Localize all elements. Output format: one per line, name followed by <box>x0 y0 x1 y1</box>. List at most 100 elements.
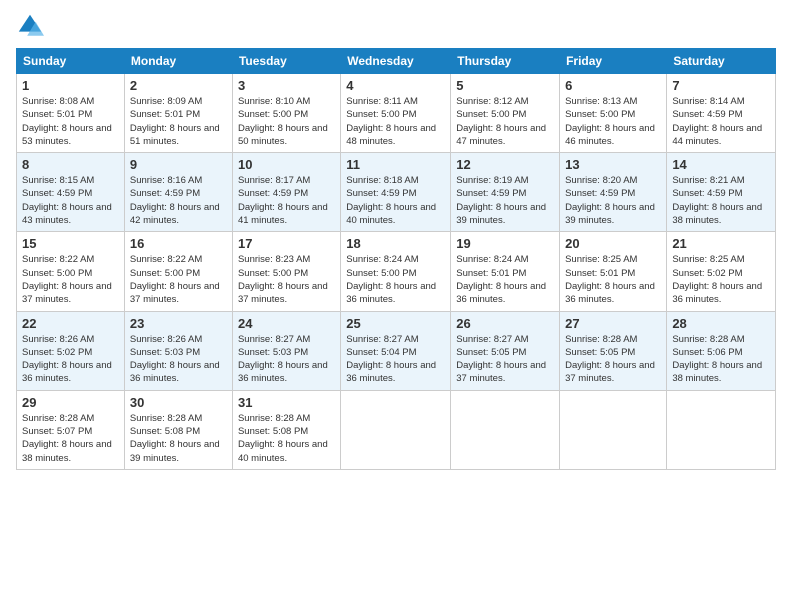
day-number: 9 <box>130 157 227 172</box>
day-number: 21 <box>672 236 770 251</box>
cell-content: Sunrise: 8:16 AMSunset: 4:59 PMDaylight:… <box>130 175 220 226</box>
calendar-cell <box>451 390 560 469</box>
week-row-1: 1 Sunrise: 8:08 AMSunset: 5:01 PMDaylight… <box>17 74 776 153</box>
cell-content: Sunrise: 8:23 AMSunset: 5:00 PMDaylight:… <box>238 254 328 305</box>
day-number: 1 <box>22 78 119 93</box>
cell-content: Sunrise: 8:25 AMSunset: 5:01 PMDaylight:… <box>565 254 655 305</box>
day-number: 30 <box>130 395 227 410</box>
calendar-cell <box>667 390 776 469</box>
day-number: 20 <box>565 236 661 251</box>
cell-content: Sunrise: 8:14 AMSunset: 4:59 PMDaylight:… <box>672 96 762 147</box>
weekday-header-sunday: Sunday <box>17 49 125 74</box>
day-number: 18 <box>346 236 445 251</box>
day-number: 4 <box>346 78 445 93</box>
day-number: 2 <box>130 78 227 93</box>
day-number: 22 <box>22 316 119 331</box>
cell-content: Sunrise: 8:12 AMSunset: 5:00 PMDaylight:… <box>456 96 546 147</box>
calendar-cell: 15 Sunrise: 8:22 AMSunset: 5:00 PMDayligh… <box>17 232 125 311</box>
cell-content: Sunrise: 8:25 AMSunset: 5:02 PMDaylight:… <box>672 254 762 305</box>
calendar-cell: 7 Sunrise: 8:14 AMSunset: 4:59 PMDaylight… <box>667 74 776 153</box>
calendar-cell: 22 Sunrise: 8:26 AMSunset: 5:02 PMDayligh… <box>17 311 125 390</box>
weekday-header-row: SundayMondayTuesdayWednesdayThursdayFrid… <box>17 49 776 74</box>
calendar-cell: 21 Sunrise: 8:25 AMSunset: 5:02 PMDayligh… <box>667 232 776 311</box>
calendar-cell: 5 Sunrise: 8:12 AMSunset: 5:00 PMDaylight… <box>451 74 560 153</box>
calendar-cell: 3Sunrise: 8:10 AMSunset: 5:00 PMDaylight… <box>232 74 340 153</box>
day-number: 27 <box>565 316 661 331</box>
page: SundayMondayTuesdayWednesdayThursdayFrid… <box>0 0 792 612</box>
day-number: 25 <box>346 316 445 331</box>
calendar-cell: 6Sunrise: 8:13 AMSunset: 5:00 PMDaylight… <box>560 74 667 153</box>
calendar-cell: 2 Sunrise: 8:09 AMSunset: 5:01 PMDaylight… <box>124 74 232 153</box>
calendar-cell: 11Sunrise: 8:18 AMSunset: 4:59 PMDayligh… <box>341 153 451 232</box>
calendar-cell: 1 Sunrise: 8:08 AMSunset: 5:01 PMDaylight… <box>17 74 125 153</box>
cell-content: Sunrise: 8:26 AMSunset: 5:02 PMDaylight:… <box>22 334 112 385</box>
week-row-2: 8Sunrise: 8:15 AMSunset: 4:59 PMDaylight… <box>17 153 776 232</box>
calendar-cell: 17Sunrise: 8:23 AMSunset: 5:00 PMDayligh… <box>232 232 340 311</box>
day-number: 13 <box>565 157 661 172</box>
calendar-cell: 25 Sunrise: 8:27 AMSunset: 5:04 PMDayligh… <box>341 311 451 390</box>
cell-content: Sunrise: 8:17 AMSunset: 4:59 PMDaylight:… <box>238 175 328 226</box>
day-number: 15 <box>22 236 119 251</box>
calendar-cell: 23 Sunrise: 8:26 AMSunset: 5:03 PMDayligh… <box>124 311 232 390</box>
cell-content: Sunrise: 8:27 AMSunset: 5:05 PMDaylight:… <box>456 334 546 385</box>
calendar-cell: 27 Sunrise: 8:28 AMSunset: 5:05 PMDayligh… <box>560 311 667 390</box>
cell-content: Sunrise: 8:18 AMSunset: 4:59 PMDaylight:… <box>346 175 436 226</box>
cell-content: Sunrise: 8:28 AMSunset: 5:06 PMDaylight:… <box>672 334 762 385</box>
calendar-cell: 31 Sunrise: 8:28 AMSunset: 5:08 PMDayligh… <box>232 390 340 469</box>
day-number: 16 <box>130 236 227 251</box>
weekday-header-friday: Friday <box>560 49 667 74</box>
cell-content: Sunrise: 8:27 AMSunset: 5:04 PMDaylight:… <box>346 334 436 385</box>
day-number: 14 <box>672 157 770 172</box>
day-number: 23 <box>130 316 227 331</box>
cell-content: Sunrise: 8:22 AMSunset: 5:00 PMDaylight:… <box>130 254 220 305</box>
day-number: 5 <box>456 78 554 93</box>
cell-content: Sunrise: 8:24 AMSunset: 5:00 PMDaylight:… <box>346 254 436 305</box>
weekday-header-monday: Monday <box>124 49 232 74</box>
calendar-cell: 8Sunrise: 8:15 AMSunset: 4:59 PMDaylight… <box>17 153 125 232</box>
week-row-3: 15 Sunrise: 8:22 AMSunset: 5:00 PMDayligh… <box>17 232 776 311</box>
cell-content: Sunrise: 8:28 AMSunset: 5:07 PMDaylight:… <box>22 413 112 464</box>
calendar-cell: 24Sunrise: 8:27 AMSunset: 5:03 PMDayligh… <box>232 311 340 390</box>
header <box>16 12 776 40</box>
cell-content: Sunrise: 8:28 AMSunset: 5:08 PMDaylight:… <box>130 413 220 464</box>
cell-content: Sunrise: 8:19 AMSunset: 4:59 PMDaylight:… <box>456 175 546 226</box>
cell-content: Sunrise: 8:24 AMSunset: 5:01 PMDaylight:… <box>456 254 546 305</box>
calendar-cell <box>341 390 451 469</box>
logo <box>16 12 46 40</box>
week-row-5: 29 Sunrise: 8:28 AMSunset: 5:07 PMDayligh… <box>17 390 776 469</box>
cell-content: Sunrise: 8:27 AMSunset: 5:03 PMDaylight:… <box>238 334 328 385</box>
weekday-header-tuesday: Tuesday <box>232 49 340 74</box>
day-number: 29 <box>22 395 119 410</box>
day-number: 12 <box>456 157 554 172</box>
calendar-cell: 12 Sunrise: 8:19 AMSunset: 4:59 PMDayligh… <box>451 153 560 232</box>
day-number: 19 <box>456 236 554 251</box>
cell-content: Sunrise: 8:26 AMSunset: 5:03 PMDaylight:… <box>130 334 220 385</box>
cell-content: Sunrise: 8:09 AMSunset: 5:01 PMDaylight:… <box>130 96 220 147</box>
day-number: 28 <box>672 316 770 331</box>
cell-content: Sunrise: 8:28 AMSunset: 5:08 PMDaylight:… <box>238 413 328 464</box>
cell-content: Sunrise: 8:13 AMSunset: 5:00 PMDaylight:… <box>565 96 655 147</box>
week-row-4: 22 Sunrise: 8:26 AMSunset: 5:02 PMDayligh… <box>17 311 776 390</box>
cell-content: Sunrise: 8:22 AMSunset: 5:00 PMDaylight:… <box>22 254 112 305</box>
calendar-cell: 10 Sunrise: 8:17 AMSunset: 4:59 PMDayligh… <box>232 153 340 232</box>
weekday-header-thursday: Thursday <box>451 49 560 74</box>
weekday-header-wednesday: Wednesday <box>341 49 451 74</box>
calendar-cell: 20 Sunrise: 8:25 AMSunset: 5:01 PMDayligh… <box>560 232 667 311</box>
calendar-cell: 9 Sunrise: 8:16 AMSunset: 4:59 PMDaylight… <box>124 153 232 232</box>
day-number: 7 <box>672 78 770 93</box>
day-number: 10 <box>238 157 335 172</box>
calendar-cell: 13Sunrise: 8:20 AMSunset: 4:59 PMDayligh… <box>560 153 667 232</box>
calendar-cell: 30 Sunrise: 8:28 AMSunset: 5:08 PMDayligh… <box>124 390 232 469</box>
calendar-cell: 29 Sunrise: 8:28 AMSunset: 5:07 PMDayligh… <box>17 390 125 469</box>
weekday-header-saturday: Saturday <box>667 49 776 74</box>
logo-icon <box>16 12 44 40</box>
calendar-cell: 19 Sunrise: 8:24 AMSunset: 5:01 PMDayligh… <box>451 232 560 311</box>
calendar-cell: 28 Sunrise: 8:28 AMSunset: 5:06 PMDayligh… <box>667 311 776 390</box>
cell-content: Sunrise: 8:08 AMSunset: 5:01 PMDaylight:… <box>22 96 112 147</box>
day-number: 31 <box>238 395 335 410</box>
cell-content: Sunrise: 8:28 AMSunset: 5:05 PMDaylight:… <box>565 334 655 385</box>
calendar-cell <box>560 390 667 469</box>
day-number: 3 <box>238 78 335 93</box>
calendar-cell: 18 Sunrise: 8:24 AMSunset: 5:00 PMDayligh… <box>341 232 451 311</box>
calendar-cell: 14Sunrise: 8:21 AMSunset: 4:59 PMDayligh… <box>667 153 776 232</box>
